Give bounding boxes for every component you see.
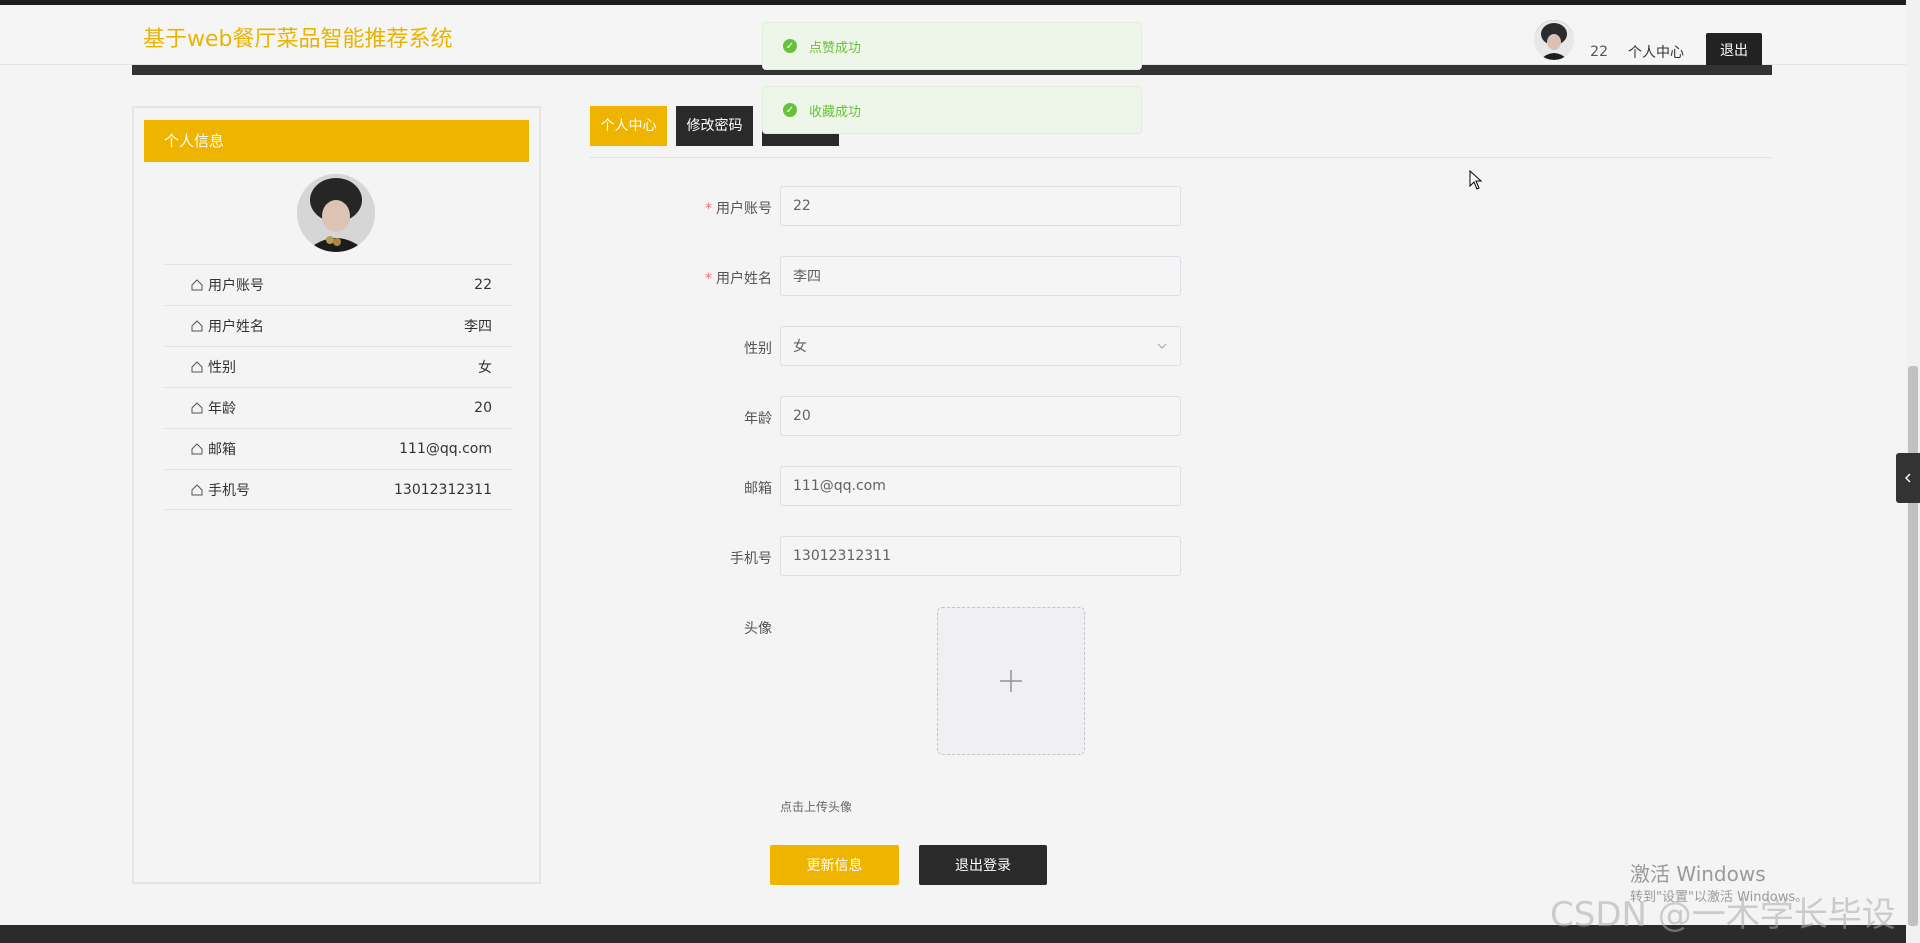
info-value: 22 xyxy=(474,277,492,293)
info-label: 用户姓名 xyxy=(208,319,264,335)
toast-text: 点赞成功 xyxy=(809,40,862,56)
email-field[interactable] xyxy=(780,466,1181,506)
home-icon xyxy=(191,483,203,495)
info-list: 用户账号 22 用户姓名 李四 性别 女 年龄 20 邮箱 111@qq.com… xyxy=(164,264,512,510)
info-label: 性别 xyxy=(208,360,236,376)
home-icon xyxy=(191,361,203,373)
info-value: 111@qq.com xyxy=(399,441,492,457)
toast-like-success: ✓ 点赞成功 xyxy=(762,22,1142,70)
account-field[interactable] xyxy=(780,186,1181,226)
tab-divider xyxy=(590,157,1772,158)
age-field[interactable] xyxy=(780,396,1181,436)
info-label: 手机号 xyxy=(208,482,250,499)
panel-title: 个人信息 xyxy=(144,120,529,162)
gender-select[interactable]: 女 xyxy=(780,326,1181,366)
email-label: 邮箱 xyxy=(744,481,772,497)
home-icon xyxy=(191,279,203,291)
home-icon xyxy=(191,320,203,332)
mouse-cursor-icon xyxy=(1469,170,1483,190)
avatar-label: 头像 xyxy=(744,621,772,637)
home-icon xyxy=(191,443,203,455)
success-check-icon: ✓ xyxy=(783,39,797,53)
info-row-account: 用户账号 22 xyxy=(164,264,512,305)
update-info-button[interactable]: 更新信息 xyxy=(770,845,899,885)
plus-icon xyxy=(1000,670,1022,692)
side-panel-toggle[interactable] xyxy=(1896,453,1920,503)
toast-text: 收藏成功 xyxy=(809,104,862,120)
info-value: 女 xyxy=(478,360,492,376)
info-row-name: 用户姓名 李四 xyxy=(164,305,512,346)
chevron-left-icon xyxy=(1905,473,1911,483)
windows-activation-title: 激活 Windows xyxy=(1630,862,1766,886)
user-area: 22 个人中心 退出 xyxy=(1534,13,1762,67)
name-label: * 用户姓名 xyxy=(705,271,772,287)
info-row-email: 邮箱 111@qq.com xyxy=(164,428,512,469)
logout-button[interactable]: 退出登录 xyxy=(919,845,1047,885)
gender-value: 女 xyxy=(793,339,807,355)
scroll-thumb[interactable] xyxy=(1908,366,1918,926)
info-label: 用户账号 xyxy=(208,278,264,294)
user-avatar[interactable] xyxy=(1534,20,1575,60)
info-row-gender: 性别 女 xyxy=(164,346,512,387)
tab-change-password[interactable]: 修改密码 xyxy=(676,106,753,146)
info-value: 李四 xyxy=(464,319,492,335)
info-label: 邮箱 xyxy=(208,442,236,458)
tab-personal-center[interactable]: 个人中心 xyxy=(590,106,667,146)
toast-favorite-success: ✓ 收藏成功 xyxy=(762,86,1142,134)
info-row-age: 年龄 20 xyxy=(164,387,512,428)
info-value: 13012312311 xyxy=(394,481,492,498)
phone-label: 手机号 xyxy=(730,551,772,567)
phone-field[interactable] xyxy=(780,536,1181,576)
info-value: 20 xyxy=(474,400,492,416)
user-id: 22 xyxy=(1590,44,1608,60)
site-title[interactable]: 基于web餐厅菜品智能推荐系统 xyxy=(143,21,453,53)
age-label: 年龄 xyxy=(744,411,772,427)
upload-hint: 点击上传头像 xyxy=(780,800,853,814)
success-check-icon: ✓ xyxy=(783,103,797,117)
personal-center-link[interactable]: 个人中心 xyxy=(1628,42,1684,62)
name-field[interactable] xyxy=(780,256,1181,296)
chevron-down-icon xyxy=(1157,343,1167,349)
home-icon xyxy=(191,402,203,414)
logout-top-button[interactable]: 退出 xyxy=(1706,33,1762,67)
gender-label: 性别 xyxy=(744,341,772,357)
account-label: * 用户账号 xyxy=(705,201,772,217)
avatar-upload[interactable] xyxy=(937,607,1085,755)
info-row-phone: 手机号 13012312311 xyxy=(164,469,512,510)
info-label: 年龄 xyxy=(208,401,236,417)
profile-info-panel: 个人信息 用户账号 22 用户姓名 李四 性别 女 年龄 20 邮箱 111@q… xyxy=(132,106,541,884)
profile-avatar xyxy=(297,174,375,252)
csdn-watermark: CSDN @一木学长毕设 xyxy=(1550,895,1896,935)
